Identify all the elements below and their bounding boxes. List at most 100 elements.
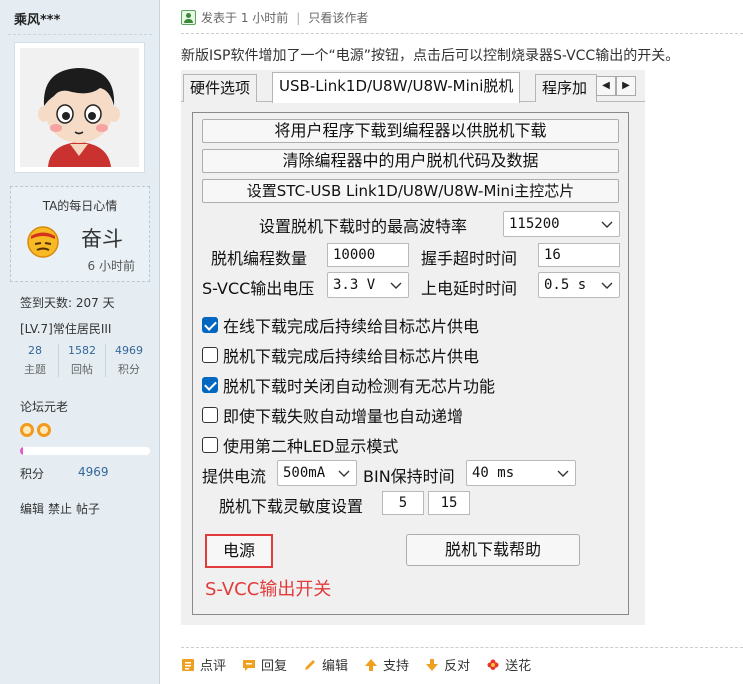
checkbox-auto-increment[interactable]: 即使下载失败自动增量也自动递增 bbox=[202, 403, 463, 427]
stat-value: 1582 bbox=[68, 344, 96, 357]
action-label: 回复 bbox=[261, 659, 288, 674]
send-flower-button[interactable]: 送花 bbox=[486, 655, 531, 674]
user-rank: 论坛元老 bbox=[20, 400, 69, 414]
user-level[interactable]: [LV.7]常住居民III bbox=[20, 320, 111, 337]
clear-offline-code-button[interactable]: 清除编程器中的用户脱机代码及数据 bbox=[202, 149, 619, 173]
author-sidebar: 乘风*** TA的每日心情 奋斗 6 小时前 签到天数: 207 天 [LV.7… bbox=[0, 0, 160, 684]
supply-current-select[interactable]: 500mA bbox=[277, 460, 357, 486]
power-delay-label: 上电延时时间 bbox=[421, 279, 518, 298]
flower-icon bbox=[487, 659, 499, 670]
admin-posts-link[interactable]: 帖子 bbox=[76, 500, 100, 517]
max-baud-value: 115200 bbox=[509, 216, 560, 232]
checkbox-label: 脱机下载完成后持续给目标芯片供电 bbox=[223, 347, 480, 366]
tab-usb-link-offline[interactable]: USB-Link1D/U8W/U8W-Mini脱机 bbox=[272, 72, 521, 103]
divider bbox=[181, 33, 743, 34]
tab-bar: 硬件选项 USB-Link1D/U8W/U8W-Mini脱机 程序加 ◀ ▶ bbox=[181, 72, 645, 103]
checkbox-icon[interactable] bbox=[202, 437, 218, 453]
offline-settings-panel: 将用户程序下载到编程器以供脱机下载 清除编程器中的用户脱机代码及数据 设置STC… bbox=[192, 112, 629, 615]
supply-current-label: 提供电流 bbox=[202, 467, 267, 486]
power-delay-select[interactable]: 0.5 s bbox=[538, 272, 620, 298]
author-username[interactable]: 乘风*** bbox=[14, 9, 60, 28]
post-description: 新版ISP软件增加了一个“电源”按钮，点击后可以控制烧录器S-VCC输出的开关。 bbox=[181, 48, 680, 64]
checkbox-disable-chip-detect[interactable]: 脱机下载时关闭自动检测有无芯片功能 bbox=[202, 373, 495, 397]
divider bbox=[181, 647, 743, 648]
mood-text: 奋斗 bbox=[81, 227, 123, 251]
action-label: 支持 bbox=[383, 659, 410, 674]
mood-title: TA的每日心情 bbox=[42, 199, 118, 213]
thumb-up-icon bbox=[365, 658, 378, 671]
bin-hold-label: BIN保持时间 bbox=[363, 467, 455, 486]
checkbox-label: 在线下载完成后持续给目标芯片供电 bbox=[223, 317, 480, 336]
chevron-down-icon bbox=[557, 470, 569, 477]
max-baud-select[interactable]: 115200 bbox=[503, 211, 620, 237]
checkbox-icon[interactable] bbox=[202, 377, 218, 393]
mood-time: 6 小时前 bbox=[87, 259, 135, 273]
checkbox-label: 脱机下载时关闭自动检测有无芯片功能 bbox=[223, 377, 496, 396]
avatar[interactable] bbox=[14, 42, 145, 173]
checkbox-led-mode-2[interactable]: 使用第二种LED显示模式 bbox=[202, 433, 398, 457]
isp-settings-window: 硬件选项 USB-Link1D/U8W/U8W-Mini脱机 程序加 ◀ ▶ 将… bbox=[181, 70, 645, 625]
sensitivity-field-1[interactable]: 5 bbox=[382, 491, 424, 515]
stat-label: 积分 bbox=[118, 363, 140, 376]
edit-icon bbox=[305, 659, 316, 670]
cartoon-boy-avatar-icon bbox=[20, 48, 139, 167]
user-stats: 28 主题 1582 回帖 4969 积分 bbox=[12, 344, 152, 377]
post-info-bar: 发表于 1 小时前 | 只看该作者 bbox=[181, 9, 368, 26]
action-label: 反对 bbox=[444, 659, 471, 674]
oppose-button[interactable]: 反对 bbox=[425, 655, 470, 674]
points-progress-fill bbox=[20, 447, 23, 455]
thumb-down-icon bbox=[426, 658, 439, 671]
only-author-link[interactable]: 只看该作者 bbox=[308, 9, 368, 26]
supply-current-value: 500mA bbox=[283, 465, 326, 481]
download-to-programmer-button[interactable]: 将用户程序下载到编程器以供脱机下载 bbox=[202, 119, 619, 143]
support-button[interactable]: 支持 bbox=[364, 655, 409, 674]
svcc-voltage-select[interactable]: 3.3 V bbox=[327, 272, 409, 298]
checkbox-keep-power-offline[interactable]: 脱机下载完成后持续给目标芯片供电 bbox=[202, 343, 479, 367]
max-baud-label: 设置脱机下载时的最高波特率 bbox=[259, 217, 468, 236]
sensitivity-field-2[interactable]: 15 bbox=[428, 491, 470, 515]
points-progress-bar bbox=[20, 447, 150, 455]
set-master-chip-button[interactable]: 设置STC-USB Link1D/U8W/U8W-Mini主控芯片 bbox=[202, 179, 619, 203]
svcc-voltage-value: 3.3 V bbox=[333, 277, 376, 293]
action-label: 送花 bbox=[505, 659, 532, 674]
checkbox-icon[interactable] bbox=[202, 347, 218, 363]
tab-program-encrypt[interactable]: 程序加 bbox=[535, 74, 597, 102]
chevron-down-icon bbox=[338, 470, 350, 477]
rank-medals bbox=[20, 423, 51, 437]
program-count-field[interactable]: 10000 bbox=[327, 243, 409, 267]
divider bbox=[8, 34, 152, 35]
stat-topics[interactable]: 28 主题 bbox=[12, 344, 58, 377]
forum-post: 乘风*** TA的每日心情 奋斗 6 小时前 签到天数: 207 天 [LV.7… bbox=[0, 0, 743, 684]
stat-value: 28 bbox=[28, 344, 42, 357]
points-value: 4969 bbox=[78, 465, 109, 479]
power-button[interactable]: 电源 bbox=[205, 534, 273, 568]
tab-scroll-left-icon[interactable]: ◀ bbox=[596, 76, 616, 96]
action-label: 点评 bbox=[200, 659, 227, 674]
chevron-down-icon bbox=[390, 282, 402, 289]
checkbox-label: 即使下载失败自动增量也自动递增 bbox=[223, 407, 464, 426]
bin-hold-select[interactable]: 40 ms bbox=[466, 460, 576, 486]
handshake-timeout-label: 握手超时时间 bbox=[421, 249, 518, 268]
checkbox-icon[interactable] bbox=[202, 317, 218, 333]
tab-hardware-options[interactable]: 硬件选项 bbox=[183, 74, 258, 102]
handshake-timeout-field[interactable]: 16 bbox=[538, 243, 620, 267]
stat-points[interactable]: 4969 积分 bbox=[105, 344, 152, 377]
tab-scroll-right-icon[interactable]: ▶ bbox=[616, 76, 636, 96]
separator: | bbox=[296, 10, 301, 25]
medal-icon bbox=[37, 423, 51, 437]
stat-label: 回帖 bbox=[71, 363, 93, 376]
program-count-label: 脱机编程数量 bbox=[211, 249, 308, 268]
checkbox-keep-power-online[interactable]: 在线下载完成后持续给目标芯片供电 bbox=[202, 313, 479, 337]
admin-links: 编辑 禁止 帖子 bbox=[20, 500, 100, 517]
checkbox-label: 使用第二种LED显示模式 bbox=[223, 437, 399, 456]
reply-button[interactable]: 回复 bbox=[242, 655, 287, 674]
edit-button[interactable]: 编辑 bbox=[303, 655, 348, 674]
stat-replies[interactable]: 1582 回帖 bbox=[58, 344, 105, 377]
points-label: 积分 bbox=[20, 467, 45, 481]
comment-icon bbox=[182, 658, 194, 671]
offline-help-button[interactable]: 脱机下载帮助 bbox=[406, 534, 580, 566]
admin-ban-link[interactable]: 禁止 bbox=[48, 500, 72, 517]
checkbox-icon[interactable] bbox=[202, 407, 218, 423]
admin-edit-link[interactable]: 编辑 bbox=[20, 500, 44, 517]
comment-button[interactable]: 点评 bbox=[181, 655, 226, 674]
